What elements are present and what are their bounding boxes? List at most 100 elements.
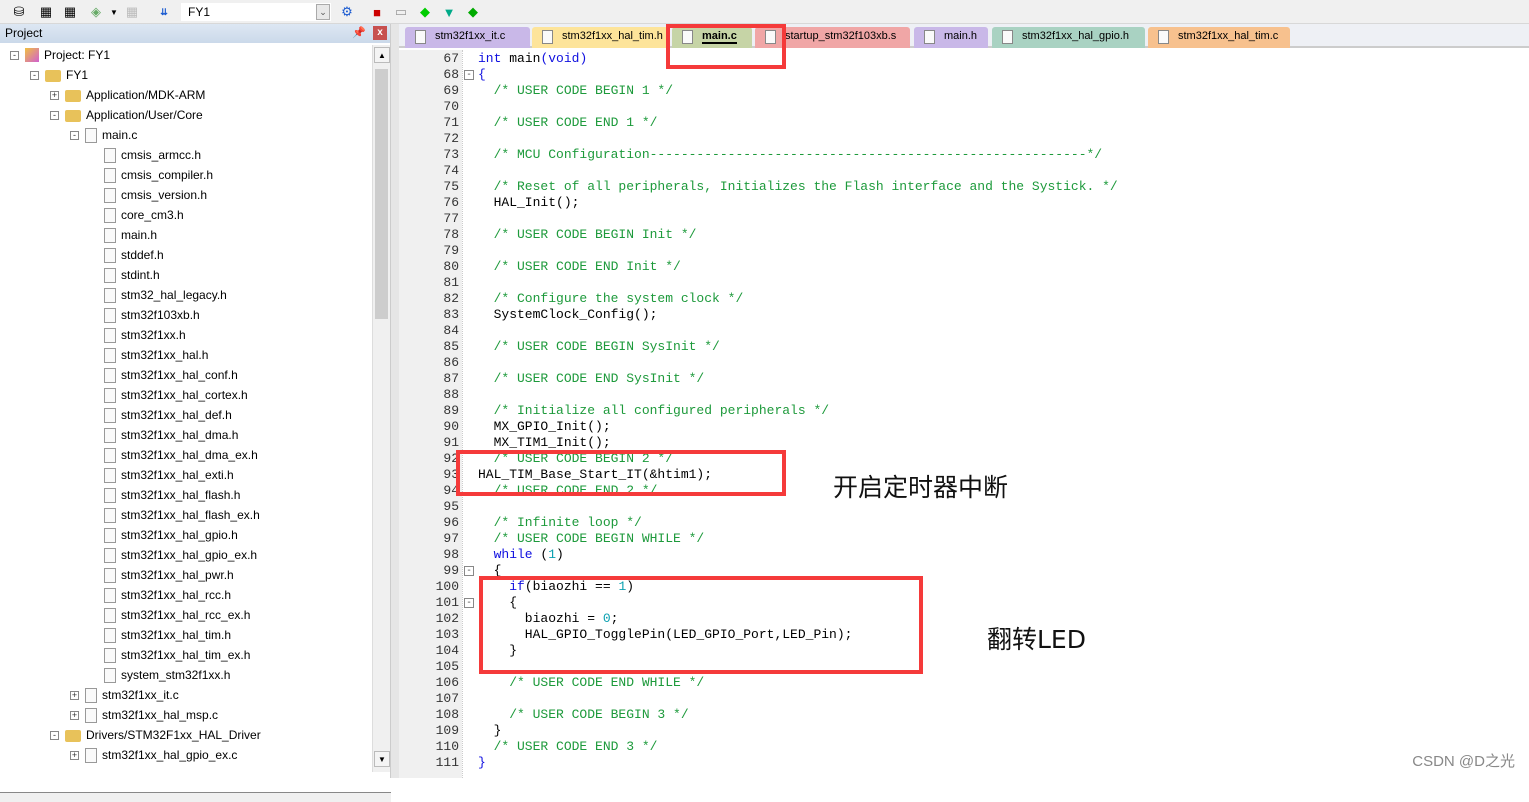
collapse-icon[interactable]: - [50, 730, 59, 740]
tab-main-h[interactable]: main.h [914, 27, 988, 48]
tree-item[interactable]: stm32f1xx_hal_gpio.h [104, 525, 238, 545]
expand-icon[interactable]: + [70, 690, 79, 700]
tree-item[interactable]: stm32_hal_legacy.h [104, 285, 227, 305]
tree-item[interactable]: - Application/User/Core [50, 105, 203, 125]
panel-splitter[interactable] [391, 24, 399, 778]
code-line[interactable]: /* USER CODE BEGIN 1 */ [478, 83, 673, 99]
collapse-icon[interactable]: - [50, 110, 59, 120]
tree-item[interactable]: - Project: FY1 [10, 45, 110, 65]
stop-build-icon[interactable]: ▦ [123, 3, 141, 21]
options-wand-icon[interactable]: ⚙ [338, 3, 356, 21]
panel-bottom-tabs[interactable] [0, 792, 391, 802]
tree-item[interactable]: stm32f1xx_hal_tim.h [104, 625, 231, 645]
scroll-thumb[interactable] [375, 69, 388, 319]
tree-item[interactable]: stm32f103xb.h [104, 305, 200, 325]
tree-item[interactable]: + Application/MDK-ARM [50, 85, 205, 105]
fold-collapse-icon[interactable]: - [464, 566, 474, 576]
chevron-down-icon[interactable]: ▼ [105, 3, 123, 21]
tree-item[interactable]: - main.c [70, 125, 137, 145]
tree-item[interactable]: stm32f1xx_hal_cortex.h [104, 385, 248, 405]
collapse-icon[interactable]: - [70, 130, 79, 140]
code-line[interactable]: SystemClock_Config(); [478, 307, 658, 323]
expand-icon[interactable]: + [70, 750, 79, 760]
tree-item[interactable]: main.h [104, 225, 157, 245]
code-line[interactable]: /* MCU Configuration--------------------… [478, 147, 1103, 163]
scroll-up-icon[interactable]: ▲ [374, 47, 390, 63]
collapse-icon[interactable]: - [30, 70, 39, 80]
tab-stm32f1xx-hal-gpio-h[interactable]: stm32f1xx_hal_gpio.h [992, 27, 1145, 48]
tree-item[interactable]: core_cm3.h [104, 205, 184, 225]
code-line[interactable]: /* Infinite loop */ [478, 515, 642, 531]
tab-stm32f1xx-hal-tim-c[interactable]: stm32f1xx_hal_tim.c [1148, 27, 1290, 48]
code-line[interactable]: /* USER CODE END 3 */ [478, 739, 658, 755]
code-line[interactable]: /* Initialize all configured peripherals… [478, 403, 829, 419]
code-line[interactable]: MX_TIM1_Init(); [478, 435, 611, 451]
fold-collapse-icon[interactable]: - [464, 70, 474, 80]
code-line[interactable]: /* USER CODE END WHILE */ [478, 675, 704, 691]
code-line[interactable]: HAL_Init(); [478, 195, 580, 211]
tree-item[interactable]: stm32f1xx_hal_flash_ex.h [104, 505, 260, 525]
manage-components-icon[interactable]: ■ [368, 3, 386, 21]
batch-build-icon[interactable]: ⛁ [10, 3, 28, 21]
tree-item[interactable]: stm32f1xx_hal_def.h [104, 405, 232, 425]
tree-item[interactable]: - Drivers/STM32F1xx_HAL_Driver [50, 725, 261, 745]
tree-item[interactable]: + stm32f1xx_hal_msp.c [70, 705, 218, 725]
tree-item[interactable]: stm32f1xx_hal_exti.h [104, 465, 234, 485]
code-line[interactable]: } [478, 755, 486, 771]
tree-item[interactable]: cmsis_compiler.h [104, 165, 213, 185]
tree-item[interactable]: stdint.h [104, 265, 160, 285]
target-dropdown-chevron-icon[interactable]: ⌄ [316, 4, 330, 20]
code-line[interactable]: } [478, 723, 502, 739]
code-line[interactable]: /* Configure the system clock */ [478, 291, 744, 307]
rebuild-icon[interactable]: ▦ [61, 3, 79, 21]
code-line[interactable]: /* USER CODE BEGIN Init */ [478, 227, 697, 243]
tree-item[interactable]: stm32f1xx_hal_dma.h [104, 425, 238, 445]
collapse-icon[interactable]: - [10, 50, 19, 60]
target-select[interactable]: FY1 [181, 3, 331, 21]
code-line[interactable]: /* USER CODE END SysInit */ [478, 371, 705, 387]
tree-item[interactable]: stm32f1xx_hal_pwr.h [104, 565, 234, 585]
build-icon[interactable]: ▦ [37, 3, 55, 21]
tree-item[interactable]: stm32f1xx_hal.h [104, 345, 208, 365]
code-line[interactable]: { [478, 67, 486, 83]
tree-item[interactable]: cmsis_version.h [104, 185, 207, 205]
tree-item[interactable]: stddef.h [104, 245, 164, 265]
tree-item[interactable]: + stm32f1xx_hal_gpio_ex.c [70, 745, 237, 765]
close-icon[interactable]: x [373, 26, 387, 40]
code-line[interactable]: /* USER CODE BEGIN 3 */ [478, 707, 688, 723]
code-line[interactable]: while (1) [478, 547, 564, 563]
tree-item[interactable]: system_stm32f1xx.h [104, 665, 230, 685]
expand-icon[interactable]: + [70, 710, 79, 720]
scroll-down-icon[interactable]: ▼ [374, 751, 390, 767]
tree-item[interactable]: stm32f1xx_hal_conf.h [104, 365, 238, 385]
expand-icon[interactable]: + [50, 90, 59, 100]
tree-item[interactable]: stm32f1xx_hal_rcc.h [104, 585, 231, 605]
tab-stm32f1xx-it-c[interactable]: stm32f1xx_it.c [405, 27, 530, 48]
code-line[interactable]: /* USER CODE END 1 */ [478, 115, 658, 131]
code-line[interactable]: /* Reset of all peripherals, Initializes… [478, 179, 1118, 195]
tree-item[interactable]: + stm32f1xx_it.c [70, 685, 179, 705]
fold-collapse-icon[interactable]: - [464, 598, 474, 608]
pin-icon[interactable]: 📌 [352, 26, 366, 39]
tab-stm32f1xx-hal-tim-h[interactable]: stm32f1xx_hal_tim.h [532, 27, 668, 48]
tree-item[interactable]: stm32f1xx_hal_tim_ex.h [104, 645, 250, 665]
batch-icon[interactable]: ◈ [87, 3, 105, 21]
tree-item[interactable]: - FY1 [30, 65, 88, 85]
code-line[interactable]: /* USER CODE BEGIN SysInit */ [478, 339, 720, 355]
tree-item[interactable]: stm32f1xx.h [104, 325, 186, 345]
tree-item[interactable]: stm32f1xx_hal_dma_ex.h [104, 445, 258, 465]
windows-icon[interactable]: ▭ [392, 3, 410, 21]
tree-item[interactable]: stm32f1xx_hal_gpio_ex.h [104, 545, 257, 565]
download-load-icon[interactable]: ⇊ [155, 3, 173, 21]
select-packs-icon[interactable]: ◆ [464, 3, 482, 21]
code-line[interactable]: /* USER CODE END Init */ [478, 259, 681, 275]
tree-item[interactable]: stm32f1xx_hal_rcc_ex.h [104, 605, 250, 625]
green-diamond-icon[interactable]: ◆ [416, 3, 434, 21]
code-line[interactable]: int main(void) [478, 51, 587, 67]
tree-item[interactable]: stm32f1xx_hal_flash.h [104, 485, 240, 505]
tree-scrollbar[interactable]: ▲ ▼ [372, 45, 390, 772]
tree-item[interactable]: cmsis_armcc.h [104, 145, 201, 165]
code-line[interactable]: MX_GPIO_Init(); [478, 419, 611, 435]
code-line[interactable]: /* USER CODE BEGIN WHILE */ [478, 531, 705, 547]
pack-installer-icon[interactable]: ▼ [440, 3, 458, 21]
